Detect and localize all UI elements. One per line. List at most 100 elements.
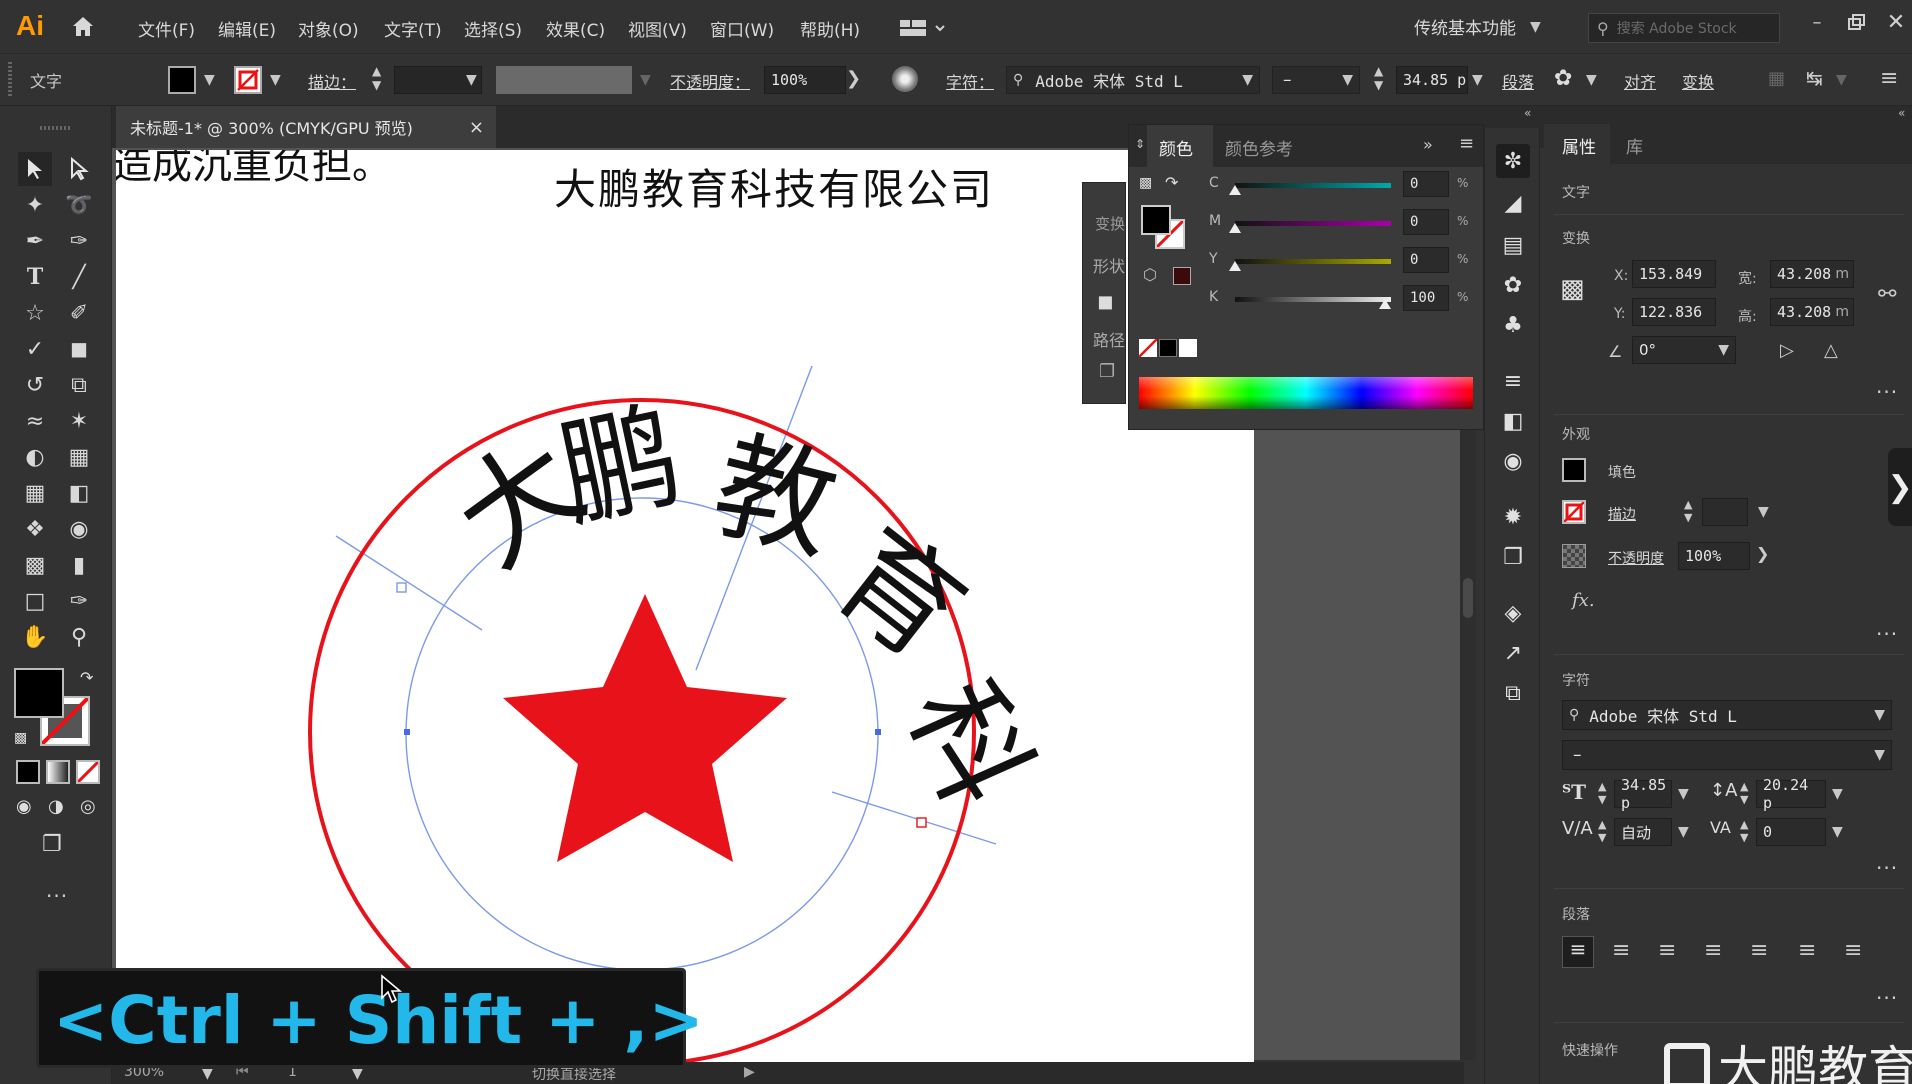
channel-slider[interactable] <box>1235 221 1391 226</box>
align-left-button[interactable]: ≡ <box>1562 936 1594 968</box>
magic-wand-tool-icon[interactable]: ✦ <box>18 188 52 222</box>
stroke-dropdown[interactable]: ▼ <box>270 72 281 88</box>
slice-tool-icon[interactable]: ✑ <box>62 584 96 618</box>
char-font-style-field[interactable]: – ▼ <box>1562 740 1892 770</box>
channel-slider[interactable] <box>1235 297 1391 302</box>
chevron-down-icon[interactable]: ▼ <box>1832 824 1843 840</box>
close-tab-button[interactable]: × <box>469 117 484 138</box>
char-font-size-field[interactable]: 34.85 p <box>1614 776 1672 812</box>
opacity-label[interactable]: 不透明度 <box>1608 548 1664 568</box>
arrange-documents-icon[interactable] <box>900 18 948 43</box>
slider-thumb[interactable] <box>1229 223 1241 233</box>
document-tab[interactable]: 未标题-1* @ 300% (CMYK/GPU 预览) × <box>116 106 496 148</box>
chevron-down-icon[interactable]: ▼ <box>640 72 651 88</box>
tab-properties[interactable]: 属性 <box>1544 124 1610 164</box>
chevron-down-icon[interactable]: ▼ <box>1758 504 1769 520</box>
chevron-down-icon[interactable]: ▼ <box>1472 72 1483 88</box>
swap-fill-stroke-icon[interactable]: ↷ <box>80 668 93 687</box>
kerning-field[interactable]: 自动 <box>1614 818 1672 846</box>
more-options-icon[interactable]: ··· <box>1876 622 1898 646</box>
fill-swatch[interactable] <box>168 66 196 94</box>
appearance-stroke-swatch[interactable] <box>1562 500 1586 524</box>
constrain-proportions-icon[interactable]: ⚯ <box>1878 282 1896 307</box>
tab-color-guide[interactable]: 颜色参考 <box>1213 135 1293 160</box>
height-field[interactable]: 43.208 m <box>1770 298 1854 326</box>
eyedropper-tool-icon[interactable]: ❖ <box>18 512 52 546</box>
color-spectrum-bar[interactable] <box>1139 377 1473 409</box>
slider-thumb[interactable] <box>1379 299 1391 309</box>
justify-center-icon[interactable]: ≡ <box>1750 938 1768 963</box>
appearance-fill-swatch[interactable] <box>1562 458 1586 482</box>
opacity-label[interactable]: 不透明度： <box>670 69 750 93</box>
scrollbar-thumb[interactable] <box>1463 578 1473 618</box>
gradient-mode-icon[interactable] <box>46 760 70 784</box>
restore-button[interactable] <box>1846 12 1870 36</box>
search-input[interactable]: 搜索 Adobe Stock <box>1617 18 1737 38</box>
symbols-icon[interactable]: ♣ <box>1496 308 1530 342</box>
width-field[interactable]: 43.208 m <box>1770 260 1854 288</box>
path-icon[interactable]: ❐ <box>1099 361 1115 382</box>
line-tool-icon[interactable]: ╱ <box>62 260 96 294</box>
tab-libraries[interactable]: 库 <box>1626 133 1643 158</box>
more-options-icon[interactable]: ··· <box>1876 856 1898 880</box>
transform-tab-label[interactable]: 变换 <box>1095 213 1125 234</box>
blend-tool-icon[interactable]: ◉ <box>62 512 96 546</box>
black-swatch[interactable] <box>1159 339 1177 357</box>
tracking-stepper[interactable]: ▲ ▼ <box>1740 818 1748 844</box>
gradient-tool-icon[interactable]: ◧ <box>62 476 96 510</box>
paintbrush-tool-icon[interactable]: ✐ <box>62 296 96 330</box>
font-size-stepper[interactable]: ▲ ▼ <box>1598 780 1606 806</box>
opacity-input[interactable]: 100% <box>1678 542 1750 570</box>
font-style-field[interactable]: – ▼ <box>1272 66 1360 94</box>
default-colors-icon[interactable]: ▩ <box>1139 175 1152 191</box>
rotate-angle-field[interactable]: 0° ▼ <box>1632 336 1736 364</box>
scale-tool-icon[interactable]: ⧉ <box>62 368 96 402</box>
panel-expand-icon[interactable]: » <box>1423 135 1433 154</box>
justify-left-icon[interactable]: ≡ <box>1704 938 1722 963</box>
align-link[interactable]: 对齐 <box>1624 69 1656 93</box>
column-graph-tool-icon[interactable]: ▮ <box>62 548 96 582</box>
shape-icon[interactable]: ◼ <box>1097 289 1114 313</box>
collapse-panels-icon[interactable]: « <box>1898 106 1905 120</box>
play-icon[interactable]: ▶ <box>744 1064 755 1080</box>
layers-icon[interactable]: ◈ <box>1496 596 1530 630</box>
chevron-down-icon[interactable]: ▼ <box>1586 72 1597 88</box>
align-right-icon[interactable]: ≡ <box>1658 938 1676 963</box>
type-tool-icon[interactable]: T <box>18 260 52 294</box>
rotate-tool-icon[interactable]: ↺ <box>18 368 52 402</box>
stroke-panel-icon[interactable]: ≡ <box>1496 364 1530 398</box>
minimize-button[interactable]: – <box>1805 12 1829 36</box>
transform-link[interactable]: 变换 <box>1682 69 1714 93</box>
draw-inside-icon[interactable]: ◎ <box>80 796 96 817</box>
pen-tool-icon[interactable]: ✒ <box>18 224 52 258</box>
fx-button[interactable]: fx. <box>1572 590 1595 611</box>
selection-tool-icon[interactable] <box>18 152 52 186</box>
opacity-checker-icon[interactable] <box>1562 544 1586 568</box>
expand-panel-handle[interactable]: ❯ <box>1887 448 1912 526</box>
curvature-tool-icon[interactable]: ✑ <box>62 224 96 258</box>
distribute-icon[interactable]: ↹ <box>1806 66 1823 90</box>
character-label[interactable]: 字符： <box>946 69 994 93</box>
tracking-field[interactable]: 0 <box>1756 818 1826 846</box>
none-swatch[interactable] <box>1138 338 1158 358</box>
zoom-tool-icon[interactable]: ⚲ <box>62 620 96 654</box>
swap-colors-icon[interactable]: ↷ <box>1165 173 1178 192</box>
chevron-down-icon[interactable]: ▼ <box>1678 824 1689 840</box>
menu-select[interactable]: 选择(S) <box>464 16 522 41</box>
direct-selection-tool-icon[interactable] <box>62 152 96 186</box>
stroke-label[interactable]: 描边 <box>1608 504 1636 524</box>
leading-field[interactable]: 20.24 p <box>1756 776 1826 812</box>
variable-width-profile[interactable] <box>496 66 632 94</box>
font-family-field[interactable]: ⚲ Adobe 宋体 Std L ▼ <box>1006 66 1260 94</box>
slider-thumb[interactable] <box>1229 261 1241 271</box>
chevron-right-icon[interactable]: ❯ <box>846 68 861 89</box>
channel-value-field[interactable]: 0 <box>1403 171 1449 197</box>
home-icon[interactable] <box>70 14 96 43</box>
puppet-warp-tool-icon[interactable]: ✶ <box>62 404 96 438</box>
out-of-gamut-icon[interactable]: ⬡ <box>1143 265 1157 284</box>
stroke-swatch[interactable] <box>234 66 262 94</box>
font-size-field[interactable]: 34.85 p <box>1396 66 1468 94</box>
perspective-grid-tool-icon[interactable]: ▦ <box>62 440 96 474</box>
flip-horizontal-icon[interactable]: ▷ <box>1780 340 1794 361</box>
draw-normal-icon[interactable]: ◉ <box>16 796 32 817</box>
